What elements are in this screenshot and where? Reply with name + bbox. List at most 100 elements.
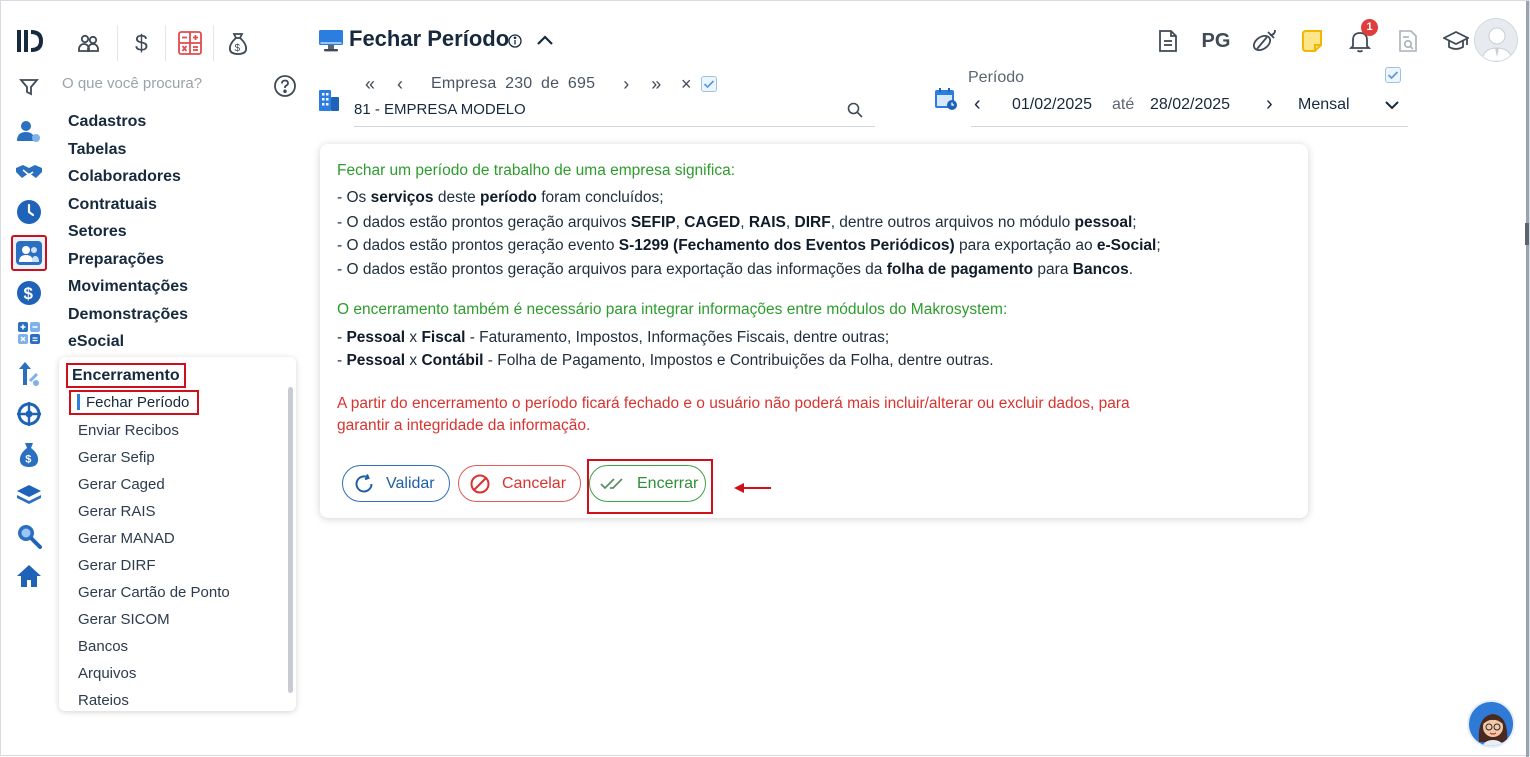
company-index: 230 [505,75,533,92]
info-icon[interactable] [508,34,522,53]
svg-text:$: $ [24,284,34,303]
menu-item-preparacoes[interactable]: Preparações [68,249,188,277]
submenu-item-gerar-cartao-de-ponto[interactable]: Gerar Cartão de Ponto [69,579,230,606]
personnel-module-icon[interactable] [11,234,47,271]
network-gear-icon[interactable] [11,394,47,435]
dollar-circle-icon[interactable]: $ [11,273,47,314]
submenu-list: Fechar Período Enviar Recibos Gerar Sefi… [69,390,230,711]
calculator-module-icon[interactable] [165,25,213,61]
validar-button[interactable]: Validar [342,465,450,502]
warning-line-2: garantir a integridade da informação. [337,417,591,434]
first-company-icon[interactable]: « [355,74,385,95]
menu-item-encerramento[interactable]: Encerramento [66,363,186,388]
calendar-icon [934,87,958,116]
integration-line-1: - Pessoal x Fiscal - Faturamento, Impost… [337,329,890,346]
clear-company-icon[interactable]: × [671,74,701,95]
menu-item-cadastros[interactable]: Cadastros [68,111,188,139]
previous-period-icon[interactable]: ‹ [974,93,981,116]
company-field[interactable]: 81 - EMPRESA MODELO [354,100,875,127]
submenu-item-rateios[interactable]: Rateios [69,687,230,711]
submenu-item-gerar-manad[interactable]: Gerar MANAD [69,525,230,552]
handshake-icon[interactable] [11,152,47,193]
money-bag-module-icon[interactable]: $ [213,25,261,61]
user-settings-icon[interactable] [11,111,47,152]
bell-icon[interactable]: 1 [1336,19,1384,59]
svg-text:$: $ [25,453,31,465]
submenu-item-gerar-caged[interactable]: Gerar Caged [69,471,230,498]
submenu-item-gerar-rais[interactable]: Gerar RAIS [69,498,230,525]
submenu-item-enviar-recibos[interactable]: Enviar Recibos [69,417,230,444]
layers-icon[interactable] [11,475,47,516]
next-period-icon[interactable]: › [1266,93,1273,116]
assistant-avatar[interactable] [1467,700,1515,748]
info-line-3: - O dados estão prontos geração evento S… [337,237,1161,254]
menu-item-contratuais[interactable]: Contratuais [68,194,188,222]
submenu-item-bancos[interactable]: Bancos [69,633,230,660]
makro-logo[interactable] [15,27,45,60]
cancelar-button[interactable]: Cancelar [458,465,581,502]
menu-item-demonstracoes[interactable]: Demonstrações [68,304,188,332]
window-scrollbar[interactable] [1526,1,1529,757]
company-label: Empresa [431,75,497,92]
menu-item-movimentacoes[interactable]: Movimentações [68,276,188,304]
document-search-icon[interactable] [1384,23,1432,59]
calculator-icon[interactable] [11,313,47,354]
help-icon[interactable] [273,74,297,103]
company-value: 81 - EMPRESA MODELO [354,101,526,118]
pointer-arrow-icon [734,481,772,499]
info-line-4: - O dados estão prontos geração arquivos… [337,261,1134,278]
period-end[interactable]: 28/02/2025 [1150,96,1230,114]
menu-item-colaboradores[interactable]: Colaboradores [68,166,188,194]
submenu-item-fechar-periodo[interactable]: Fechar Período [69,390,199,415]
refresh-icon [355,473,373,492]
company-lock-checkbox[interactable] [701,76,718,92]
people-module-icon[interactable] [61,25,117,61]
top-toolbar: PG 1 [1144,19,1480,59]
info-line-2: - O dados estão prontos geração arquivos… [337,214,1137,231]
graduation-cap-icon[interactable] [1432,23,1480,59]
pg-button[interactable]: PG [1192,23,1240,59]
active-indicator [77,394,80,410]
intro-heading: Fechar um período de trabalho de uma emp… [337,162,736,179]
window-scrollbar-thumb[interactable] [1525,223,1529,245]
sticky-note-icon[interactable] [1288,23,1336,59]
ban-icon [470,474,490,493]
dollar-module-icon[interactable]: $ [117,25,165,61]
submenu-scrollbar[interactable] [288,387,293,693]
magnifier-icon[interactable] [11,516,47,557]
encerrar-highlight [587,459,713,514]
menu-item-esocial[interactable]: eSocial [68,331,188,359]
submenu-item-gerar-dirf[interactable]: Gerar DIRF [69,552,230,579]
period-lock-checkbox[interactable] [1385,67,1401,85]
search-input[interactable]: O que você procura? [62,75,202,92]
warning-line-1: A partir do encerramento o período ficar… [337,395,1130,412]
period-start[interactable]: 01/02/2025 [1012,96,1092,114]
menu-item-setores[interactable]: Setores [68,221,188,249]
company-counter: Empresa 230 de 695 [429,75,597,93]
submenu-item-gerar-sefip[interactable]: Gerar Sefip [69,444,230,471]
chart-arrow-icon[interactable] [11,354,47,395]
search-icon[interactable] [847,102,863,124]
chevron-up-icon[interactable] [535,31,555,54]
last-company-icon[interactable]: » [641,74,671,95]
company-total: 695 [567,75,596,92]
period-selector: ‹ 01/02/2025 até 28/02/2025 › Mensal [971,93,1408,127]
submenu-item-gerar-sicom[interactable]: Gerar SICOM [69,606,230,633]
chevron-down-icon[interactable] [1384,98,1400,116]
period-frequency-select[interactable]: Mensal [1298,96,1350,114]
period-label: Período [968,69,1025,86]
next-company-icon[interactable]: › [611,74,641,95]
money-bag-icon[interactable]: $ [11,435,47,476]
menu-item-tabelas[interactable]: Tabelas [68,139,188,167]
satellite-icon[interactable] [1240,23,1288,59]
home-icon[interactable] [11,556,47,597]
clock-icon[interactable] [11,192,47,233]
document-icon[interactable] [1144,23,1192,59]
close-period-card: Fechar um período de trabalho de uma emp… [320,144,1308,518]
company-of-label: de [541,75,560,92]
submenu-item-arquivos[interactable]: Arquivos [69,660,230,687]
module-rail: $ $ [11,111,47,597]
previous-company-icon[interactable]: ‹ [385,74,415,95]
filter-icon[interactable] [19,77,39,102]
user-avatar[interactable] [1474,18,1518,62]
